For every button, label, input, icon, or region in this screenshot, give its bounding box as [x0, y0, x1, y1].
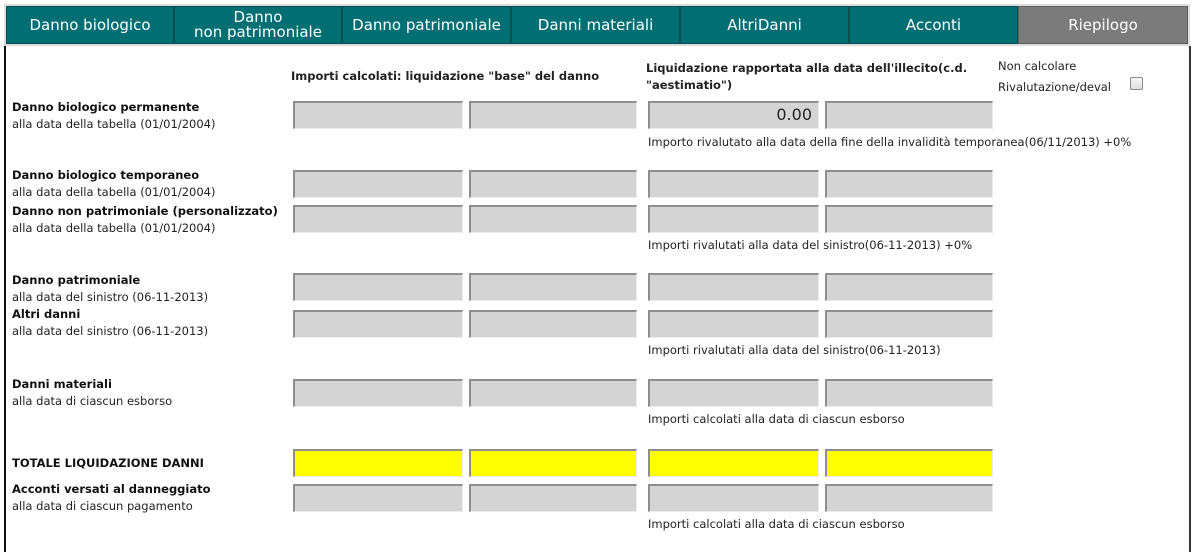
field-danni-materiali-base[interactable] [293, 379, 463, 407]
field-totale-aestimatio-2[interactable] [825, 449, 993, 477]
row-sub-non-patrimoniale: alla data della tabella (01/01/2004) [12, 221, 216, 235]
note-rivalutati-sinistro-pct: Importi rivalutati alla data del sinistr… [648, 238, 973, 252]
row-sub-biologico-temporaneo: alla data della tabella (01/01/2004) [12, 185, 216, 199]
field-biologico-temporaneo-aestimatio-2[interactable] [825, 170, 993, 198]
row-sub-acconti: alla data di ciascun pagamento [12, 499, 193, 513]
field-acconti-base[interactable] [293, 484, 463, 512]
rivalutazione-checkbox[interactable] [1130, 77, 1143, 90]
panel-border-left [4, 46, 6, 552]
field-non-patrimoniale-base[interactable] [293, 205, 463, 233]
note-calcolati-esborso: Importi calcolati alla data di ciascun e… [648, 412, 905, 426]
row-title-altri-danni: Altri danni [12, 307, 81, 321]
tab-acconti[interactable]: Acconti [849, 6, 1018, 44]
row-title-non-patrimoniale: Danno non patrimoniale (personalizzato) [12, 204, 278, 218]
tab-label: AltriDanni [727, 15, 802, 34]
field-altri-danni-aestimatio[interactable] [648, 310, 819, 338]
note-rivalutato-invalidita: Importo rivalutato alla data della fine … [648, 135, 1132, 149]
header-base: Importi calcolati: liquidazione "base" d… [291, 69, 600, 83]
non-calcolare-label: Non calcolare [998, 59, 1077, 73]
header-aestimatio-line1: Liquidazione rapportata alla data dell'i… [646, 61, 968, 75]
field-danni-materiali-aestimatio-2[interactable] [825, 379, 993, 407]
row-title-danni-materiali: Danni materiali [12, 377, 112, 391]
tab-danno-biologico[interactable]: Danno biologico [6, 6, 174, 44]
note-calcolati-esborso-acconti: Importi calcolati alla data di ciascun e… [648, 517, 905, 531]
tab-label: Danni materiali [537, 15, 654, 34]
field-altri-danni-aestimatio-2[interactable] [825, 310, 993, 338]
field-non-patrimoniale-aestimatio-2[interactable] [825, 205, 993, 233]
field-patrimoniale-base-2[interactable] [469, 273, 637, 301]
tab-label: Danno biologico [29, 15, 151, 34]
note-rivalutati-sinistro: Importi rivalutati alla data del sinistr… [648, 343, 941, 357]
field-totale-aestimatio[interactable] [648, 449, 819, 477]
row-title-totale: TOTALE LIQUIDAZIONE DANNI [12, 456, 204, 470]
tab-label: Danno patrimoniale [352, 15, 501, 34]
rivalutazione-label: Rivalutazione/deval [998, 80, 1112, 94]
field-biologico-temporaneo-base[interactable] [293, 170, 463, 198]
tab-danno-non-patrimoniale[interactable]: Danno non patrimoniale [174, 6, 342, 44]
tab-danno-patrimoniale[interactable]: Danno patrimoniale [342, 6, 511, 44]
row-sub-patrimoniale: alla data del sinistro (06-11-2013) [12, 290, 209, 304]
field-altri-danni-base[interactable] [293, 310, 463, 338]
tab-bar: Danno biologico Danno non patrimoniale D… [4, 4, 1190, 46]
field-totale-base[interactable] [293, 449, 463, 477]
tab-label: Acconti [905, 15, 962, 34]
panel-border-right [1189, 46, 1191, 552]
field-biologico-permanente-aestimatio[interactable]: 0.00 [648, 101, 819, 129]
field-danni-materiali-aestimatio[interactable] [648, 379, 819, 407]
field-biologico-permanente-aestimatio-2[interactable] [825, 101, 993, 129]
field-biologico-temporaneo-base-2[interactable] [469, 170, 637, 198]
row-title-acconti: Acconti versati al danneggiato [12, 482, 211, 496]
row-title-biologico-permanente: Danno biologico permanente [12, 100, 200, 114]
row-sub-altri-danni: alla data del sinistro (06-11-2013) [12, 324, 209, 338]
field-biologico-permanente-base[interactable] [293, 101, 463, 129]
field-patrimoniale-aestimatio-2[interactable] [825, 273, 993, 301]
field-acconti-base-2[interactable] [469, 484, 637, 512]
row-title-patrimoniale: Danno patrimoniale [12, 273, 141, 287]
row-sub-biologico-permanente: alla data della tabella (01/01/2004) [12, 117, 216, 131]
tab-label: Riepilogo [1068, 15, 1138, 34]
tab-altri-danni[interactable]: AltriDanni [680, 6, 849, 44]
row-title-biologico-temporaneo: Danno biologico temporaneo [12, 168, 200, 182]
tab-danni-materiali[interactable]: Danni materiali [511, 6, 680, 44]
field-biologico-permanente-base-2[interactable] [469, 101, 637, 129]
field-patrimoniale-aestimatio[interactable] [648, 273, 819, 301]
field-acconti-aestimatio-2[interactable] [825, 484, 993, 512]
field-non-patrimoniale-aestimatio[interactable] [648, 205, 819, 233]
tab-label: non patrimoniale [194, 23, 322, 41]
field-biologico-temporaneo-aestimatio[interactable] [648, 170, 819, 198]
field-totale-base-2[interactable] [469, 449, 637, 477]
tab-riepilogo[interactable]: Riepilogo [1018, 6, 1188, 44]
field-danni-materiali-base-2[interactable] [469, 379, 637, 407]
field-altri-danni-base-2[interactable] [469, 310, 637, 338]
field-non-patrimoniale-base-2[interactable] [469, 205, 637, 233]
field-patrimoniale-base[interactable] [293, 273, 463, 301]
field-acconti-aestimatio[interactable] [648, 484, 819, 512]
header-aestimatio-line2: "aestimatio") [646, 78, 733, 92]
row-sub-danni-materiali: alla data di ciascun esborso [12, 394, 173, 408]
